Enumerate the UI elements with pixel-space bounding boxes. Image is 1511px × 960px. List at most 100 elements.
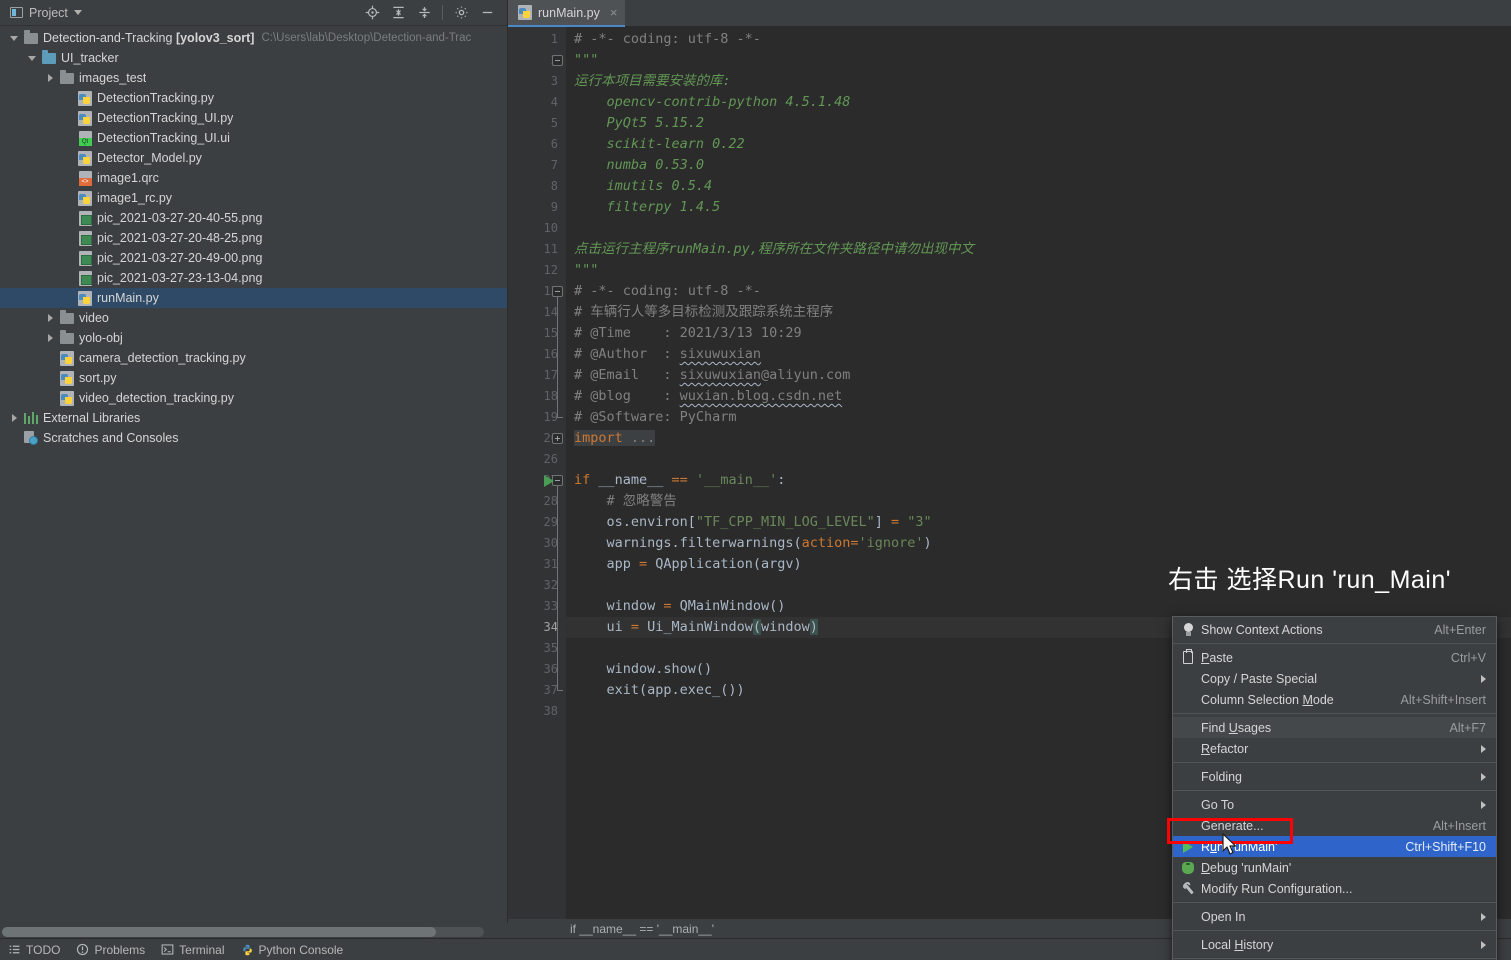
tree-item-detectiontracking-ui-ui[interactable]: DetectionTracking_UI.ui [0,128,507,148]
line-number: 5 [550,116,558,130]
code-line[interactable]: # 忽略警告 [574,491,677,512]
menu-item-go-to[interactable]: Go To [1173,794,1496,815]
code-line[interactable]: os.environ["TF_CPP_MIN_LOG_LEVEL"] = "3" [574,512,932,533]
menu-item-local-history[interactable]: Local History [1173,934,1496,955]
menu-item-refactor[interactable]: Refactor [1173,738,1496,759]
code-line[interactable]: warnings.filterwarnings(action='ignore') [574,533,932,554]
tree-item-pic-2021-03-27-20-40-55-png[interactable]: pic_2021-03-27-20-40-55.png [0,208,507,228]
code-line[interactable]: PyQt5 5.15.2 [574,113,705,134]
tree-item-icon [76,170,94,186]
chevron-down-icon[interactable] [24,55,40,61]
code-line[interactable]: import ... [574,428,656,449]
fold-expand-icon[interactable] [552,433,563,444]
menu-item-modify-run-configuration[interactable]: Modify Run Configuration... [1173,878,1496,899]
code-line[interactable]: 运行本项目需要安装的库: [574,71,731,92]
submenu-arrow-icon [1481,800,1486,809]
tree-item-video[interactable]: video [0,308,507,328]
menu-item-show-context-actions[interactable]: Show Context Actions Alt+Enter [1173,619,1496,640]
code-line[interactable]: # -*- coding: utf-8 -*- [574,281,761,302]
fold-collapse-icon[interactable] [552,286,563,297]
menu-item-folding[interactable]: Folding [1173,766,1496,787]
status-terminal[interactable]: Terminal [161,942,225,957]
editor-gutter[interactable]: 1234567891011121314151617181920262728293… [508,27,566,919]
status-terminal-label: Terminal [179,942,225,957]
code-line[interactable]: window.show() [574,659,713,680]
lightbulb-icon [1183,623,1194,636]
run-gutter-icon[interactable] [544,475,554,487]
code-line[interactable]: app = QApplication(argv) [574,554,802,575]
status-python-console[interactable]: Python Console [241,943,343,957]
png-file-icon [78,230,92,246]
code-line[interactable]: # 车辆行人等多目标检测及跟踪系统主程序 [574,302,833,323]
tree-item-pic-2021-03-27-23-13-04-png[interactable]: pic_2021-03-27-23-13-04.png [0,268,507,288]
tree-item-pic-2021-03-27-20-49-00-png[interactable]: pic_2021-03-27-20-49-00.png [0,248,507,268]
project-tree[interactable]: Detection-and-Tracking [yolov3_sort] C:\U… [0,26,507,923]
tree-item-sort-py[interactable]: sort.py [0,368,507,388]
code-line[interactable]: opencv-contrib-python 4.5.1.48 [574,92,851,113]
tree-item-video-detection-tracking-py[interactable]: video_detection_tracking.py [0,388,507,408]
tree-item-image1-qrc[interactable]: image1.qrc [0,168,507,188]
tree-item-pic-2021-03-27-20-48-25-png[interactable]: pic_2021-03-27-20-48-25.png [0,228,507,248]
collapse-all-icon[interactable] [412,2,436,24]
chevron-down-icon[interactable] [73,10,82,15]
chevron-right-icon[interactable] [42,334,58,342]
menu-item-label: Find Usages [1201,720,1272,735]
tree-item-camera-detection-tracking-py[interactable]: camera_detection_tracking.py [0,348,507,368]
menu-item-open-in[interactable]: Open In [1173,906,1496,927]
gear-icon[interactable] [449,2,473,24]
menu-separator [1173,713,1496,714]
code-line[interactable]: filterpy 1.4.5 [574,197,721,218]
code-line[interactable]: imutils 0.5.4 [574,176,713,197]
context-menu[interactable]: Show Context Actions Alt+Enter Paste Ctrl+V… [1172,616,1497,960]
menu-item-find-usages[interactable]: Find Usages Alt+F7 [1173,717,1496,738]
code-line[interactable]: if __name__ == '__main__': [574,470,785,491]
menu-item-column-selection-mode[interactable]: Column Selection Mode Alt+Shift+Insert [1173,689,1496,710]
tree-item-yolo-obj[interactable]: yolo-obj [0,328,507,348]
code-line[interactable]: exit(app.exec_()) [574,680,745,701]
menu-item-generate[interactable]: Generate... Alt+Insert [1173,815,1496,836]
scrollbar-track [2,927,484,937]
tree-item-detectiontracking-ui-py[interactable]: DetectionTracking_UI.py [0,108,507,128]
locate-icon[interactable] [360,2,384,24]
fold-collapse-icon[interactable] [552,55,563,66]
menu-item-copy-paste-special[interactable]: Copy / Paste Special [1173,668,1496,689]
expand-all-icon[interactable] [386,2,410,24]
tree-item-detection-and-tracking[interactable]: Detection-and-Tracking [yolov3_sort] C:\U… [0,28,507,48]
code-line[interactable]: scikit-learn 0.22 [574,134,745,155]
tab-runmain-py[interactable]: runMain.py × [508,0,626,27]
menu-item-paste[interactable]: Paste Ctrl+V [1173,647,1496,668]
code-line[interactable]: numba 0.53.0 [574,155,705,176]
menu-item-run-runmain[interactable]: Run 'runMain' Ctrl+Shift+F10 [1173,836,1496,857]
tree-item-runmain-py[interactable]: runMain.py [0,288,507,308]
chevron-down-icon[interactable] [6,35,22,41]
submenu-arrow-icon [1481,674,1486,683]
chevron-right-icon[interactable] [6,414,22,422]
code-line[interactable]: # @Email : sixuwuxian@aliyun.com [574,365,850,386]
chevron-right-icon[interactable] [42,314,58,322]
code-line[interactable]: 点击运行主程序runMain.py,程序所在文件夹路径中请勿出现中文 [574,239,974,260]
scrollbar-thumb[interactable] [2,927,436,937]
code-line[interactable]: # @Author : sixuwuxian [574,344,761,365]
tree-item-images-test[interactable]: images_test [0,68,507,88]
close-icon[interactable]: × [610,5,618,20]
tree-item-detector-model-py[interactable]: Detector_Model.py [0,148,507,168]
menu-item-debug-runmain[interactable]: Debug 'runMain' [1173,857,1496,878]
tree-item-ui-tracker[interactable]: UI_tracker [0,48,507,68]
tree-item-image1-rc-py[interactable]: image1_rc.py [0,188,507,208]
status-problems[interactable]: Problems [76,943,145,957]
code-line[interactable]: window = QMainWindow() [574,596,786,617]
code-line[interactable]: # -*- coding: utf-8 -*- [574,29,761,50]
minimize-icon[interactable] [475,2,499,24]
code-line[interactable]: # @Time : 2021/3/13 10:29 [574,323,802,344]
code-line[interactable]: ui = Ui_MainWindow(window) [574,617,818,638]
python-file-icon [78,290,92,306]
chevron-right-icon[interactable] [42,74,58,82]
status-todo[interactable]: TODO [8,943,60,957]
tree-item-external-libraries[interactable]: External Libraries [0,408,507,428]
code-line[interactable]: # @Software: PyCharm [574,407,737,428]
tree-item-scratches-and-consoles[interactable]: Scratches and Consoles [0,428,507,448]
code-line[interactable]: """ [574,50,598,71]
code-line[interactable]: # @blog : wuxian.blog.csdn.net [574,386,842,407]
tree-item-detectiontracking-py[interactable]: DetectionTracking.py [0,88,507,108]
code-line[interactable]: """ [574,260,598,281]
